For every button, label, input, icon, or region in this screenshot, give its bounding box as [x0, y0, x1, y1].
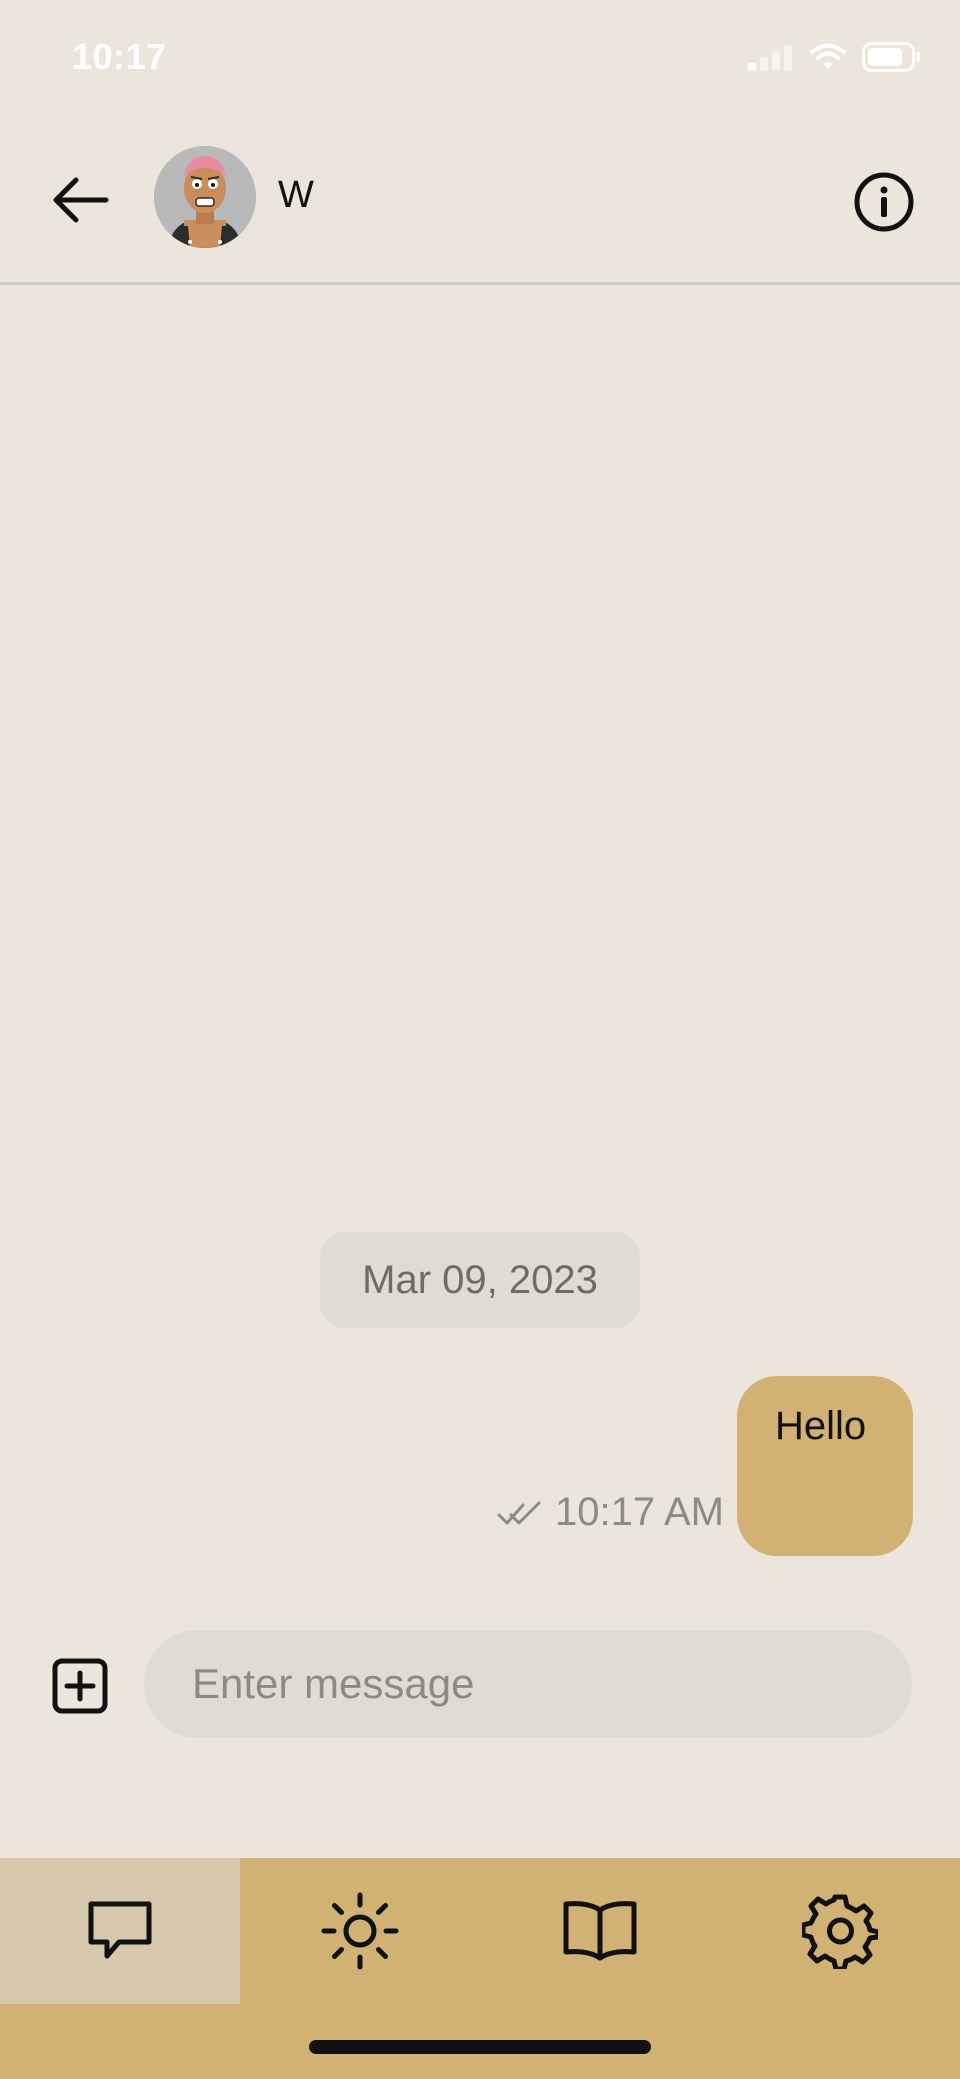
attach-button[interactable] [44, 1650, 116, 1722]
back-button[interactable] [44, 164, 116, 236]
wifi-icon [810, 43, 846, 76]
cellular-signal-icon [748, 43, 794, 76]
message-text: Hello [775, 1404, 867, 1448]
book-icon [563, 1901, 637, 1961]
bottom-nav [0, 1858, 960, 2079]
tab-library[interactable] [480, 1858, 720, 2004]
contact-name[interactable]: W [278, 174, 314, 217]
gear-icon [802, 1894, 878, 1969]
message-bubble-sent[interactable]: Hello [737, 1376, 913, 1556]
chat-bubble-icon [88, 1901, 152, 1959]
status-bar: 10:17 [0, 0, 960, 120]
tab-chats[interactable] [0, 1858, 240, 2004]
message-timestamp: 10:17 AM [554, 1490, 724, 1534]
avatar[interactable] [154, 146, 256, 248]
sun-icon [321, 1892, 399, 1970]
double-check-icon [497, 1501, 541, 1524]
date-separator: Mar 09, 2023 [320, 1232, 640, 1328]
plus-square-icon [52, 1658, 108, 1714]
info-circle-icon [854, 172, 914, 232]
battery-icon [862, 42, 922, 77]
home-indicator [309, 2040, 651, 2054]
message-meta: 10:17 AM [497, 1490, 724, 1535]
status-icons [748, 42, 922, 77]
tab-daily[interactable] [240, 1858, 480, 2004]
arrow-left-icon [53, 177, 109, 223]
message-input[interactable] [144, 1630, 912, 1738]
info-button[interactable] [848, 166, 920, 238]
status-time: 10:17 [72, 36, 167, 77]
tab-settings[interactable] [720, 1858, 960, 2004]
chat-header: W [0, 120, 960, 285]
chat-screen: 10:17 W Mar 09, 2023 Hello 10:17 AM Ente… [0, 0, 960, 2079]
